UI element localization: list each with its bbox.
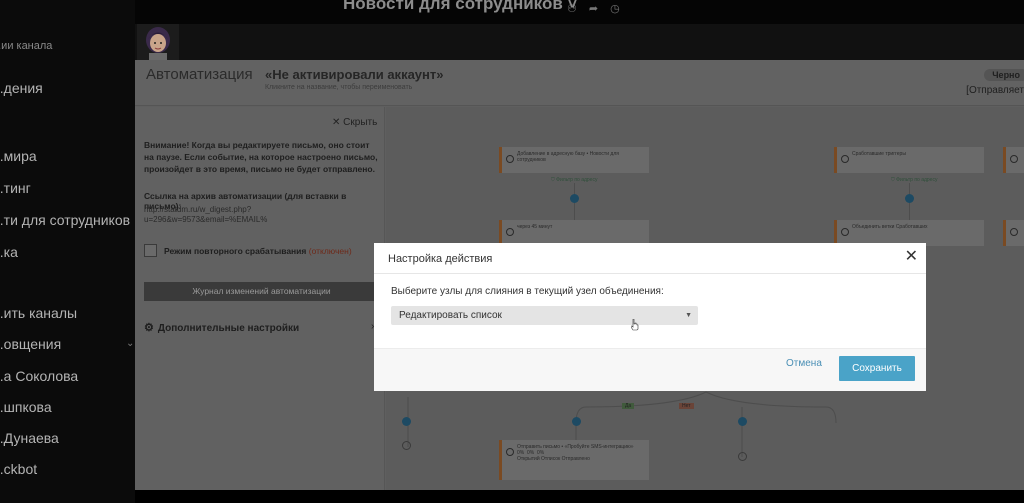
select-value: Редактировать список [399, 310, 502, 321]
chevron-down-icon[interactable]: ⌄ [126, 338, 134, 349]
cancel-button[interactable]: Отмена [786, 358, 822, 369]
sidebar-item[interactable]: ...шпкова [0, 399, 52, 415]
edit-warning: Внимание! Когда вы редактируете письмо, … [144, 140, 378, 174]
save-button[interactable]: Сохранить [839, 356, 915, 381]
repeat-checkbox[interactable] [144, 244, 157, 257]
node-label: Отправить письмо • «Пробуйте SMS-интегра… [517, 444, 634, 450]
avatar[interactable] [137, 24, 179, 60]
top-icons: ⚇➦◷ [567, 2, 632, 15]
repeat-mode: Режим повторного срабатывания (отключен) [164, 246, 352, 256]
sidebar-item[interactable]: ...ить каналы [0, 305, 77, 321]
action-settings-modal: Настройка действия ✕ Выберите узлы для с… [374, 243, 926, 391]
sidebar-item[interactable]: ...дения [0, 80, 43, 96]
close-icon: ✕ [332, 117, 344, 128]
merge-prompt: Выберите узлы для слияния в текущий узел… [391, 286, 664, 297]
page-title: Автоматизация [146, 66, 253, 83]
top-bar: Новости для сотрудников ˅ ⚇➦◷ [135, 0, 1024, 24]
stat-label: Отправлено [561, 456, 590, 462]
hide-label: Скрыть [343, 117, 378, 128]
stat-label: Открытий [517, 456, 540, 462]
gear-icon: ⚙ [144, 322, 154, 334]
sidebar-item[interactable]: ...а Соколова [0, 368, 78, 384]
workflow-node[interactable]: Отправить письмо • «Пробуйте SMS-интегра… [499, 440, 649, 480]
advanced-label: Дополнительные настройки [157, 323, 300, 334]
add-step-icon[interactable] [402, 417, 411, 426]
sidebar-item[interactable]: ...ckbot [0, 461, 37, 477]
yes-tag: Да [622, 403, 635, 409]
status-badge: Черно [984, 69, 1024, 81]
hand-cursor-icon [631, 319, 639, 331]
clock-icon[interactable]: ◷ [610, 3, 632, 15]
end-icon [402, 441, 411, 450]
end-icon [738, 452, 747, 461]
sidebar-item[interactable]: ...овщения [0, 336, 61, 352]
chevron-down-icon: ▼ [685, 312, 692, 319]
settings-column: ✕ Скрыть Внимание! Когда вы редактируете… [135, 107, 385, 490]
sidebar-item[interactable]: ...ти для сотрудников [0, 212, 130, 228]
modal-header: Настройка действия ✕ [374, 243, 926, 274]
sidebar-item[interactable]: ...мира [0, 148, 37, 164]
channel-title[interactable]: Новости для сотрудников ˅ [343, 0, 577, 14]
add-step-icon[interactable] [572, 417, 581, 426]
add-step-icon[interactable] [738, 417, 747, 426]
archive-url[interactable]: http://statdm.ru/w_digest.php?u=296&w=95… [144, 205, 304, 225]
rename-hint: Кликните на название, чтобы переименоват… [265, 84, 413, 91]
automation-name[interactable]: «Не активировали аккаунт» [265, 67, 443, 82]
send-mode-text[interactable]: [Отправляет [966, 85, 1024, 96]
sidebar-item[interactable]: ...ии канала [0, 40, 52, 52]
no-tag: Нет [679, 403, 694, 409]
repeat-status: (отключен) [308, 246, 352, 256]
merge-nodes-select[interactable]: Редактировать список ▼ [391, 306, 698, 325]
repeat-label: Режим повторного срабатывания [164, 246, 307, 256]
stat-label: Отписок [541, 456, 561, 462]
app-root: ...ии канала ...дения ...мира ...тинг ...ти … [0, 0, 1024, 503]
advanced-settings[interactable]: ⚙ Дополнительные настройки [144, 321, 299, 334]
app-sidebar: ...ии канала ...дения ...мира ...тинг ...ти … [0, 0, 135, 503]
journal-button[interactable]: Журнал изменений автоматизации [144, 282, 379, 301]
modal-title: Настройка действия [388, 253, 493, 265]
user-plus-icon[interactable]: ⚇ [567, 3, 589, 15]
forward-icon[interactable]: ➦ [589, 3, 610, 15]
sidebar-item[interactable]: ...ка [0, 244, 18, 260]
close-icon[interactable]: ✕ [905, 249, 918, 265]
mail-icon [506, 448, 514, 456]
sidebar-item[interactable]: ...тинг [0, 180, 31, 196]
header-strip [135, 24, 1024, 60]
automation-header: Автоматизация «Не активировали аккаунт» … [135, 60, 1024, 106]
bottom-bar [135, 490, 1024, 503]
sidebar-item[interactable]: ...Дунаева [0, 430, 59, 446]
hide-link[interactable]: ✕ Скрыть [332, 117, 377, 128]
